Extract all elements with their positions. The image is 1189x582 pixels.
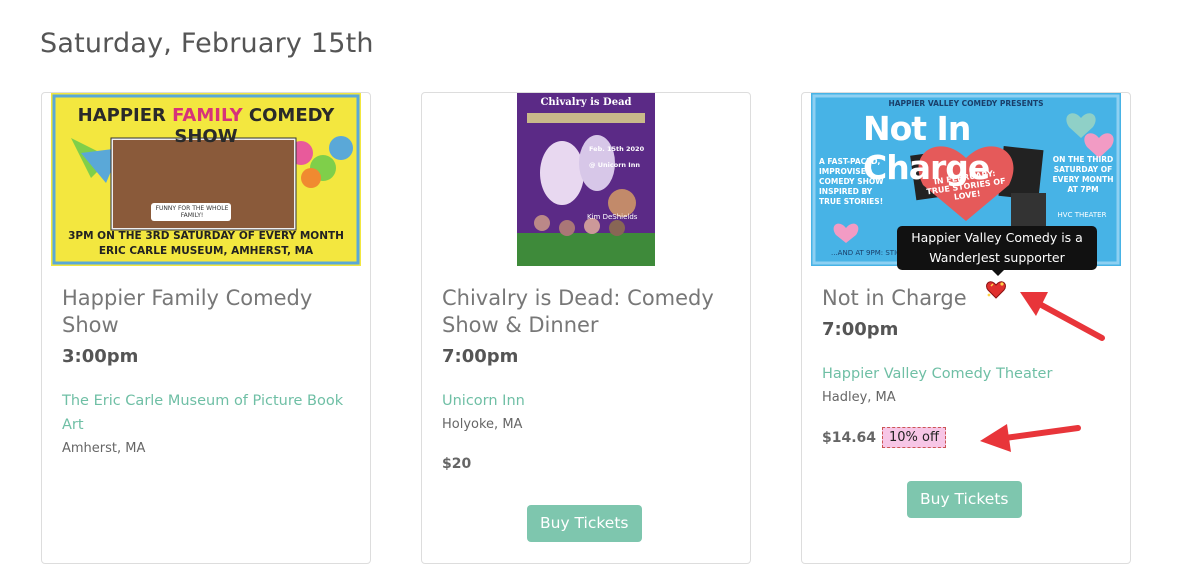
poster-place: @ Unicorn Inn [589, 161, 640, 169]
event-poster[interactable]: Chivalry is Dead Feb. 15th 2020 @ Unicor… [517, 93, 655, 266]
buy-tickets-button[interactable]: Buy Tickets [907, 481, 1022, 518]
event-price: $14.64 [822, 430, 877, 446]
poster-schedule: 3PM ON THE 3RD SATURDAY OF EVERY MONTH [68, 230, 344, 242]
poster-banner: HAPPIER FAMILY COMEDY SHOW [59, 105, 353, 147]
discount-badge: 10% off [882, 427, 946, 448]
event-price: $20 [442, 456, 472, 472]
poster-banner-family-word: FAMILY [172, 105, 243, 126]
event-time: 7:00pm [442, 346, 519, 367]
poster-location: ERIC CARLE MUSEUM, AMHERST, MA [98, 245, 314, 257]
event-card: Chivalry is Dead Feb. 15th 2020 @ Unicor… [421, 92, 751, 564]
sparkling-heart-icon[interactable] [985, 280, 1007, 300]
poster-blurb: A FAST-PACED, IMPROVISED COMEDY SHOW INS… [819, 157, 884, 206]
event-poster[interactable]: HAPPIER FAMILY COMEDY SHOW FUNNY FOR THE… [51, 93, 361, 266]
poster-tagline: FUNNY FOR THE WHOLE FAMILY! [155, 205, 229, 219]
poster-headliner: Kim DeShields [587, 213, 638, 221]
event-venue-link[interactable]: The Eric Carle Museum of Picture Book Ar… [62, 389, 362, 437]
supporter-tooltip: Happier Valley Comedy is a WanderJest su… [897, 226, 1097, 276]
red-arrow [1020, 292, 1105, 341]
event-title[interactable]: Happier Family Comedy Show [62, 285, 362, 339]
event-title[interactable]: Chivalry is Dead: Comedy Show & Dinner [442, 285, 742, 339]
poster-venue: HVC THEATER [1057, 211, 1107, 219]
poster-date: Feb. 15th 2020 [589, 145, 645, 153]
event-city: Amherst, MA [62, 441, 146, 456]
poster-image [517, 93, 655, 266]
red-arrow [980, 424, 1081, 452]
poster-banner: Chivalry is Dead [540, 97, 632, 108]
poster-banner-text: HAPPIER FAMILY COMEDY SHOW [77, 105, 335, 147]
event-card: HAPPIER FAMILY COMEDY SHOW FUNNY FOR THE… [41, 92, 371, 564]
event-time: 7:00pm [822, 319, 899, 340]
event-venue-link[interactable]: Unicorn Inn [442, 389, 742, 413]
date-heading: Saturday, February 15th [40, 28, 374, 59]
poster-schedule: ON THE THIRD SATURDAY OF EVERY MONTH AT … [1052, 155, 1114, 194]
event-city: Hadley, MA [822, 390, 896, 405]
event-time: 3:00pm [62, 346, 139, 367]
event-city: Holyoke, MA [442, 417, 523, 432]
buy-tickets-button[interactable]: Buy Tickets [527, 505, 642, 542]
event-venue-link[interactable]: Happier Valley Comedy Theater [822, 362, 1122, 386]
poster-presents: HAPPIER VALLEY COMEDY PRESENTS [888, 99, 1044, 108]
